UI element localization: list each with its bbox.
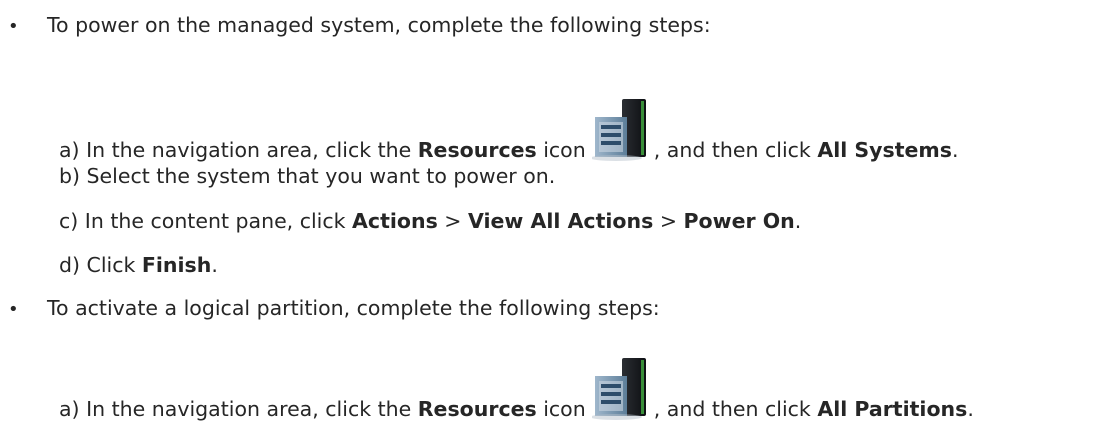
actions-term: Actions [352, 209, 438, 233]
list-bullet: • [8, 299, 19, 320]
step-text: . [951, 138, 959, 162]
step-text: , and then click [653, 138, 818, 162]
power-on-term: Power On [683, 209, 795, 233]
resources-server-icon[interactable] [591, 356, 650, 420]
separator: > [653, 209, 684, 233]
resources-server-icon[interactable] [591, 97, 650, 161]
step-text: . [967, 397, 974, 421]
finish-term: Finish [141, 253, 212, 277]
step-text: . [794, 209, 802, 233]
list-bullet: • [8, 16, 19, 37]
section-intro-activate-partition: To activate a logical partition, complet… [47, 296, 660, 320]
all-systems-term: All Systems [817, 138, 952, 162]
step-text: . [211, 253, 218, 277]
step-d-finish: d) Click Finish. [59, 253, 218, 278]
step-b-select-system: b) Select the system that you want to po… [59, 164, 556, 188]
step-text: , and then click [653, 397, 818, 421]
step-text: d) Click [59, 253, 142, 277]
step-text: c) In the content pane, click [59, 209, 353, 233]
section-intro-power-on: To power on the managed system, complete… [47, 13, 711, 37]
resources-term: Resources [417, 138, 537, 162]
resources-term: Resources [417, 397, 537, 421]
view-all-actions-term: View All Actions [468, 209, 654, 233]
step-text: a) In the navigation area, click the [59, 138, 418, 162]
step-text: a) In the navigation area, click the [59, 397, 418, 421]
step-a-resources-partitions: a) In the navigation area, click the Res… [59, 358, 974, 442]
all-partitions-term: All Partitions [817, 397, 968, 421]
step-text: icon [536, 138, 586, 162]
separator: > [437, 209, 468, 233]
step-c-actions-power-on: c) In the content pane, click Actions > … [59, 209, 801, 234]
step-text: icon [536, 397, 586, 421]
